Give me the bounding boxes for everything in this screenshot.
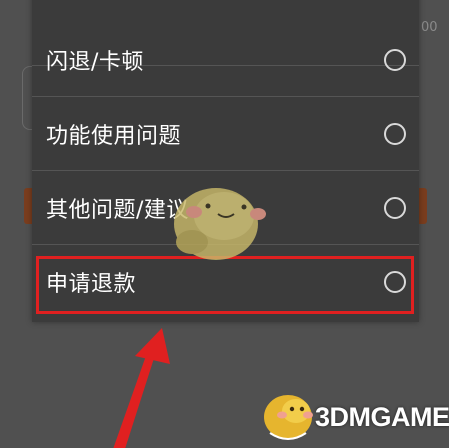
duck-mascot-icon xyxy=(174,188,266,260)
watermark-brand-text: 3DMGAME xyxy=(315,402,449,432)
